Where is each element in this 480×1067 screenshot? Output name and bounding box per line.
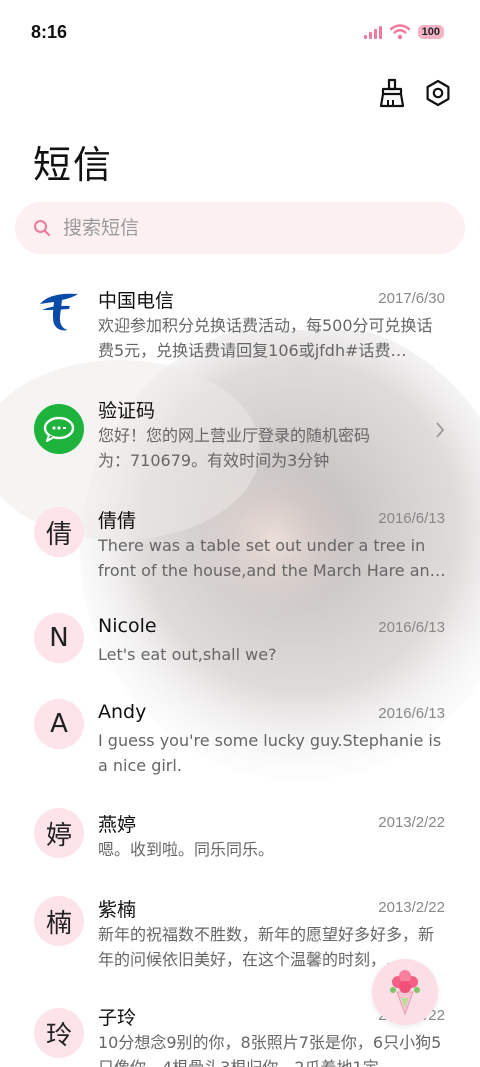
flower-bouquet-icon [390,970,420,1016]
compose-button[interactable] [372,959,438,1025]
message-preview: There was a table set out under a tree i… [98,536,446,580]
status-bar: 8:16 100 [0,0,480,68]
avatar: A [34,699,84,749]
contact-name: 验证码 [98,400,156,422]
contact-name: 子玲 [98,1007,137,1029]
message-date: 2016/6/13 [378,705,445,722]
broom-icon[interactable] [378,78,406,108]
message-preview: 您好！您的网上营业厅登录的随机密码为：710679。有效时间为3分钟 [98,426,371,470]
message-preview: 欢迎参加积分兑换话费活动，每500分可兑换话费5元，兑换话费请回复106或jfd… [98,316,433,360]
list-item[interactable]: 验证码 您好！您的网上营业厅登录的随机密码为：710679。有效时间为3分钟 [0,396,480,486]
status-time: 8:16 [31,22,68,42]
avatar: 楠 [34,896,84,946]
message-date: 2016/6/13 [378,510,445,527]
message-preview: Let's eat out,shall we? [98,645,277,664]
contact-name: 紫楠 [98,899,137,921]
contact-name: 中国电信 [98,290,175,312]
message-date: 2016/6/13 [378,619,445,636]
telecom-logo [34,286,84,336]
contact-name: 倩倩 [98,510,137,532]
battery-indicator: 100 [417,25,444,39]
search-input[interactable] [63,217,423,239]
signal-icon [363,25,382,39]
chevron-right-icon [436,422,445,438]
contact-name: Andy [98,701,147,723]
list-item[interactable]: 中国电信 2017/6/30 欢迎参加积分兑换话费活动，每500分可兑换话费5元… [0,286,480,376]
page-title: 短信 [33,143,114,187]
wifi-icon [389,24,410,40]
message-date: 2013/2/22 [378,814,445,831]
avatar: 玲 [34,1008,84,1058]
list-item[interactable]: A Andy 2016/6/13 I guess you're some luc… [0,699,480,791]
message-bubble-icon [34,404,84,454]
status-indicators: 100 [363,24,444,40]
avatar: N [34,613,84,663]
message-date: 2013/2/22 [378,899,445,916]
list-item[interactable]: N Nicole 2016/6/13 Let's eat out,shall w… [0,613,480,679]
gear-icon[interactable] [424,78,452,108]
contact-name: Nicole [98,615,157,637]
avatar: 倩 [34,507,84,557]
search-icon [34,220,50,236]
contact-name: 燕婷 [98,814,137,836]
top-actions [378,78,452,108]
avatar: 婷 [34,808,84,858]
message-preview: I guess you're some lucky guy.Stephanie … [98,731,442,775]
message-date: 2017/6/30 [378,290,445,307]
message-preview: 10分想念9别的你，8张照片7张是你，6只小狗5只像你，4根骨头3根归你，2爪着… [98,1033,442,1067]
list-item[interactable]: 倩 倩倩 2016/6/13 There was a table set out… [0,506,480,596]
search-bar[interactable] [15,202,465,254]
list-item[interactable]: 婷 燕婷 2013/2/22 嗯。收到啦。同乐同乐。 [0,808,480,874]
message-preview: 嗯。收到啦。同乐同乐。 [98,840,275,859]
